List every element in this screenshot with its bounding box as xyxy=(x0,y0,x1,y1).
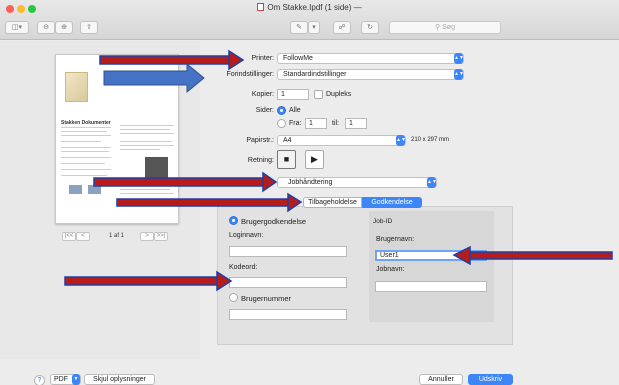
arrow-username xyxy=(452,245,613,266)
print-dialog-window: Om Stakke.Ipdf (1 side) — ◫▾ ⊖ ⊕ ⇧ ✎ ▾ ☍… xyxy=(0,0,619,385)
arrow-retention-tab xyxy=(116,192,303,213)
annotation-overlay xyxy=(64,49,613,292)
arrow-printer xyxy=(99,49,245,71)
arrow-section xyxy=(93,171,278,193)
arrow-password xyxy=(64,270,233,292)
arrow-presets-block xyxy=(103,62,205,94)
